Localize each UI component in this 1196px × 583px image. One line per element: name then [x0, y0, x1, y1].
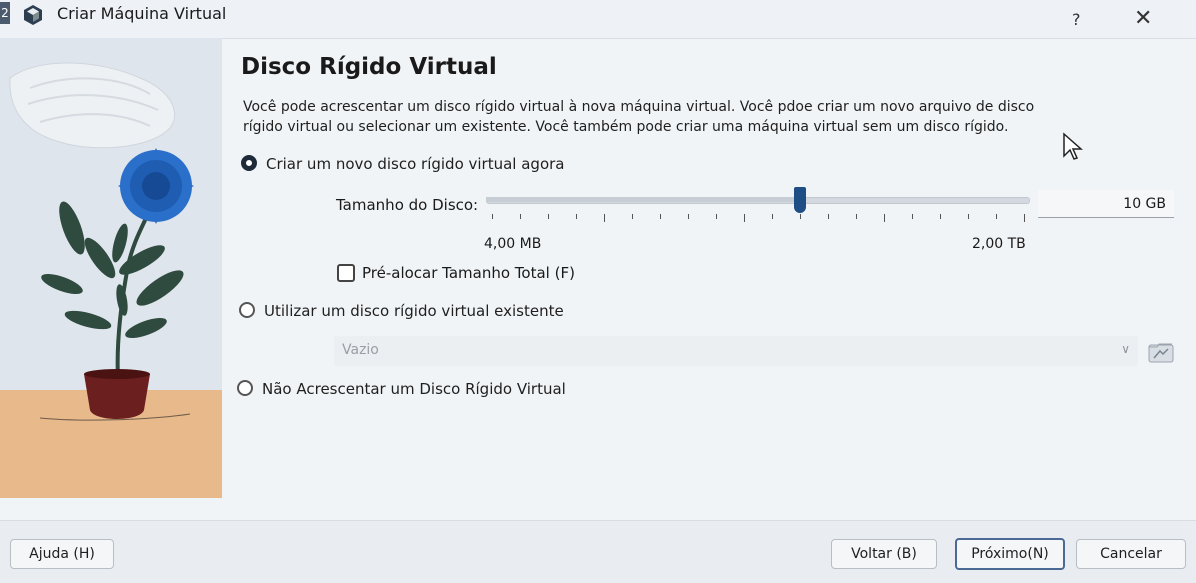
description-line: rígido virtual ou selecionar um existent… — [243, 119, 1009, 135]
slider-tick — [772, 214, 773, 219]
existing-disk-combobox-value: Vazio — [342, 342, 379, 358]
back-button[interactable]: Voltar (B) — [831, 539, 937, 569]
radio-create-new-disk-label[interactable]: Criar um novo disco rígido virtual agora — [266, 155, 565, 173]
slider-tick — [828, 214, 829, 219]
background-window-edge: 2 — [0, 2, 10, 24]
radio-no-disk[interactable] — [237, 380, 253, 396]
title-bar: 2 Criar Máquina Virtual ? ✕ — [0, 0, 1196, 39]
disk-size-slider-ticks — [492, 214, 1025, 224]
slider-tick — [856, 214, 857, 219]
folder-icon[interactable] — [1148, 340, 1174, 364]
plant-illustration — [0, 38, 222, 498]
slider-tick — [632, 214, 633, 219]
cancel-button[interactable]: Cancelar — [1076, 539, 1186, 569]
disk-size-label: Tamanho do Disco: — [336, 196, 479, 214]
slider-tick — [604, 214, 605, 222]
preallocate-checkbox[interactable] — [337, 264, 355, 282]
slider-tick — [996, 214, 997, 219]
mouse-cursor-icon — [1063, 132, 1083, 160]
slider-tick — [968, 214, 969, 219]
page-description: Você pode acrescentar um disco rígido vi… — [243, 97, 1123, 137]
slider-tick — [1024, 214, 1025, 222]
slider-tick — [716, 214, 717, 219]
slider-tick — [744, 214, 745, 222]
radio-use-existing-disk-label[interactable]: Utilizar um disco rígido virtual existen… — [264, 302, 564, 320]
radio-use-existing-disk[interactable] — [239, 302, 255, 318]
disk-size-slider-fill — [486, 197, 801, 202]
close-icon[interactable]: ✕ — [1134, 6, 1152, 31]
slider-tick — [492, 214, 493, 219]
preallocate-checkbox-label[interactable]: Pré-alocar Tamanho Total (F) — [362, 264, 575, 282]
radio-create-new-disk[interactable] — [241, 155, 257, 171]
slider-tick — [576, 214, 577, 219]
disk-size-min-label: 4,00 MB — [484, 236, 542, 252]
slider-tick — [912, 214, 913, 219]
help-button[interactable]: ? — [1072, 10, 1081, 29]
slider-tick — [884, 214, 885, 222]
slider-tick — [800, 214, 801, 219]
app-icon — [24, 5, 42, 25]
slider-tick — [688, 214, 689, 219]
wizard-footer: Ajuda (H) Voltar (B) Próximo(N) Cancelar — [0, 520, 1196, 583]
window-title: Criar Máquina Virtual — [57, 4, 227, 23]
slider-tick — [940, 214, 941, 219]
disk-size-input[interactable] — [1038, 190, 1174, 218]
slider-tick — [520, 214, 521, 219]
radio-no-disk-label[interactable]: Não Acrescentar um Disco Rígido Virtual — [262, 380, 566, 398]
chevron-down-icon[interactable]: ∨ — [1121, 342, 1130, 356]
existing-disk-combobox[interactable]: Vazio ∨ — [334, 336, 1138, 366]
slider-tick — [660, 214, 661, 219]
description-line: Você pode acrescentar um disco rígido vi… — [243, 99, 1035, 115]
disk-size-slider-handle[interactable] — [794, 187, 807, 213]
help-footer-button[interactable]: Ajuda (H) — [10, 539, 114, 569]
slider-tick — [548, 214, 549, 219]
wizard-illustration — [0, 38, 222, 498]
disk-size-max-label: 2,00 TB — [972, 236, 1026, 252]
page-title: Disco Rígido Virtual — [241, 54, 497, 80]
next-button[interactable]: Próximo(N) — [955, 538, 1065, 570]
